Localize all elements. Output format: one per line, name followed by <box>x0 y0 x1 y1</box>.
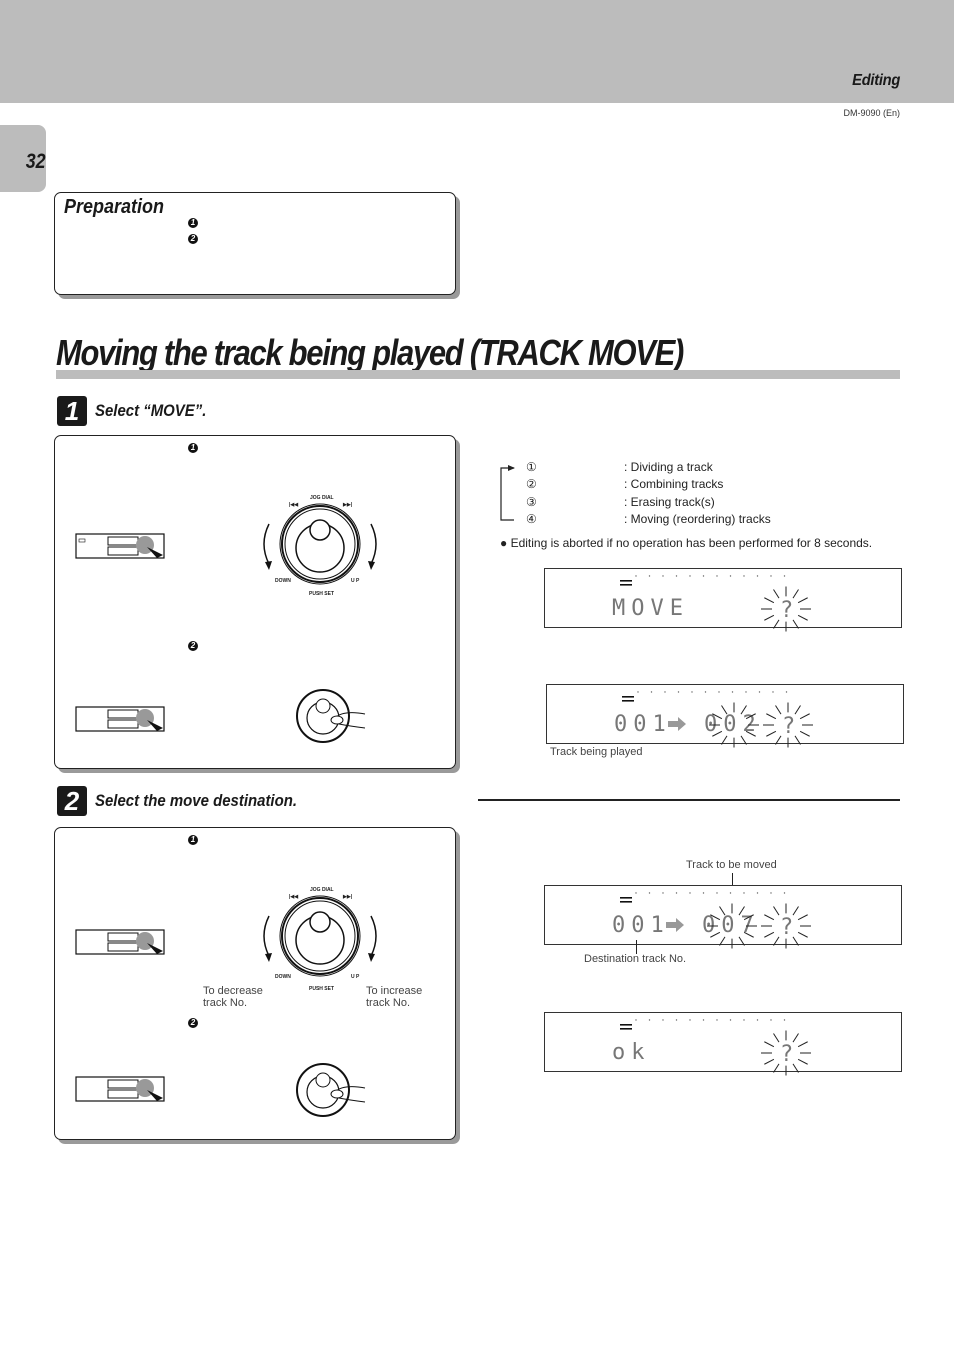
step-marker-1: 1 <box>188 218 198 228</box>
jog-dial-illustration: JOG DIAL |◀◀ ▶▶| DOWN U P PUSH SET <box>263 495 377 597</box>
header-bar <box>0 0 954 103</box>
track-being-played-caption: Track being played <box>550 746 643 758</box>
step-1-badge: 1 <box>57 396 87 426</box>
jog-dial-illustration: JOG DIAL |◀◀ ▶▶| DOWN U P PUSH SET <box>263 887 377 992</box>
next-track-icon: ▶▶| <box>342 502 353 508</box>
substep-marker-2: 2 <box>188 641 198 651</box>
jog-up-label: U P <box>351 974 360 980</box>
deck-illustration <box>75 706 165 732</box>
lcd-text: ok <box>612 1040 651 1065</box>
next-track-icon: ▶▶| <box>342 894 353 900</box>
decrease-caption: To decrease track No. <box>203 985 263 1009</box>
step-1-title: Select “MOVE”. <box>95 401 207 420</box>
substep-marker-1: 1 <box>188 443 198 453</box>
jog-dial-label: JOG DIAL <box>310 887 334 893</box>
step-2-title: Select the move destination. <box>95 791 298 810</box>
divider <box>478 799 900 801</box>
edit-mode-item: ①: Dividing a track <box>526 460 713 474</box>
section-label: Editing <box>852 72 900 89</box>
prev-track-icon: |◀◀ <box>289 894 298 900</box>
jog-down-label: DOWN <box>275 974 291 980</box>
leader-line <box>636 940 637 954</box>
deck-illustration <box>75 929 165 955</box>
jog-down-label: DOWN <box>275 578 291 584</box>
track-to-be-moved-caption: Track to be moved <box>686 859 777 871</box>
lcd-destination-track: 002 <box>704 712 762 737</box>
substep-marker-1: 1 <box>188 835 198 845</box>
increase-caption: To increase track No. <box>366 985 423 1009</box>
step-marker-2: 2 <box>188 234 198 244</box>
model-label: DM-9090 (En) <box>843 108 900 118</box>
jog-push-set-label: PUSH SET <box>309 591 334 597</box>
lcd-destination-track: 007 <box>702 913 760 938</box>
substep-marker-2: 2 <box>188 1018 198 1028</box>
page-number: 32 <box>25 150 46 173</box>
deck-illustration <box>75 533 165 559</box>
page-title: Moving the track being played (TRACK MOV… <box>56 332 684 373</box>
lcd-source-track: 001 <box>612 913 670 938</box>
lcd-source-track: 001 <box>614 712 672 737</box>
edit-mode-item: ③: Erasing track(s) <box>526 495 715 509</box>
lcd-display-ok <box>544 1012 902 1072</box>
edit-mode-item: ④: Moving (reordering) tracks <box>526 512 771 526</box>
timeout-note: ● Editing is aborted if no operation has… <box>500 536 873 550</box>
jog-dial-push-illustration <box>296 1063 366 1117</box>
jog-up-label: U P <box>351 578 360 584</box>
jog-dial-label: JOG DIAL <box>310 495 334 501</box>
edit-mode-item: ②: Combining tracks <box>526 477 724 491</box>
preparation-title: Preparation <box>64 196 165 218</box>
jog-dial-push-illustration <box>296 689 366 743</box>
prev-track-icon: |◀◀ <box>289 502 298 508</box>
lcd-display-move <box>544 568 902 628</box>
deck-illustration <box>75 1076 165 1102</box>
lcd-text: MOVE <box>612 596 689 621</box>
jog-push-set-label: PUSH SET <box>309 986 334 992</box>
title-underline <box>56 370 900 379</box>
destination-track-caption: Destination track No. <box>584 953 687 965</box>
step-2-badge: 2 <box>57 786 87 816</box>
